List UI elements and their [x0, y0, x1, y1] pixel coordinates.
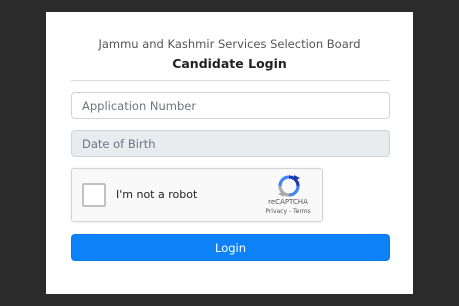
login-card: Jammu and Kashmir Services Selection Boa… — [46, 12, 413, 294]
recaptcha-privacy-terms[interactable]: Privacy - Terms — [257, 208, 319, 215]
login-button[interactable]: Login — [71, 234, 390, 261]
organization-name: Jammu and Kashmir Services Selection Boa… — [98, 37, 361, 51]
recaptcha-brand: reCAPTCHA — [268, 198, 308, 206]
page-title: Candidate Login — [172, 56, 287, 71]
recaptcha-checkbox[interactable] — [82, 183, 106, 207]
recaptcha-label: I'm not a robot — [116, 188, 198, 201]
recaptcha-logo-icon — [278, 175, 300, 197]
recaptcha-widget: I'm not a robot reCAPTCHA Privacy - Term… — [71, 168, 323, 222]
application-number-input[interactable] — [71, 92, 390, 119]
date-of-birth-input[interactable] — [71, 130, 390, 157]
header-divider — [71, 80, 390, 81]
